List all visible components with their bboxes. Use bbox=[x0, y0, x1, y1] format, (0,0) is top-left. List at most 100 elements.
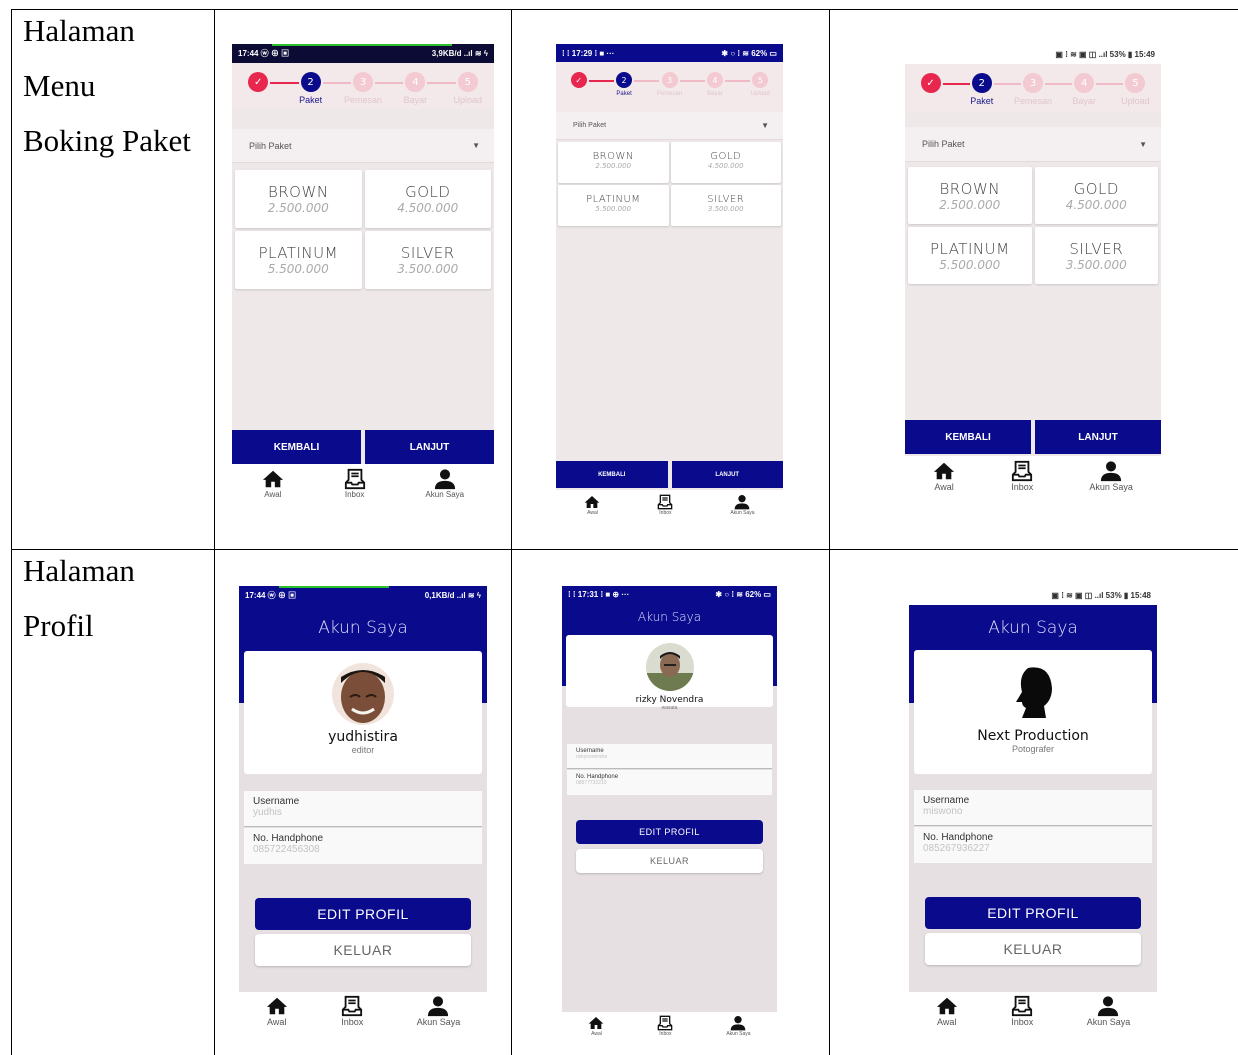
step-4[interactable]: 4 Bayar bbox=[395, 72, 435, 105]
username-field[interactable]: Username rizkynovendra bbox=[567, 744, 772, 769]
nav-label: Awal bbox=[591, 1031, 602, 1037]
nav-item-inbox[interactable]: Inbox bbox=[341, 995, 363, 1027]
step-5[interactable]: 5 Upload bbox=[1115, 73, 1155, 106]
nav-item-awal[interactable]: Awal bbox=[584, 494, 600, 516]
nav-label: Awal bbox=[937, 1017, 957, 1027]
step-3[interactable]: 3 Pemesan bbox=[343, 72, 383, 105]
next-button[interactable]: LANJUT bbox=[365, 430, 494, 464]
step-5[interactable]: 5 Upload bbox=[740, 72, 780, 97]
nav-label: Akun Saya bbox=[1086, 1017, 1131, 1027]
bottom-nav: Awal Inbox Akun Saya bbox=[239, 992, 487, 1030]
package-card[interactable]: GOLD 4.500.000 bbox=[1034, 167, 1158, 224]
field-value: rizkynovendra bbox=[576, 753, 608, 760]
nav-item-awal[interactable]: Awal bbox=[933, 460, 955, 492]
package-card[interactable]: GOLD 4.500.000 bbox=[364, 170, 491, 228]
step-label: Pemesan bbox=[343, 95, 383, 106]
status-bar: ▣ ⁞ ≋ ▣ ◫ ..ıl 53% ▮ 15:49 bbox=[905, 44, 1161, 64]
stepper: ✓ 2 Paket 3 Pemesan 4 Bayar 5 Upload bbox=[905, 64, 1161, 111]
package-card[interactable]: BROWN 2.500.000 bbox=[235, 170, 362, 228]
avatar bbox=[332, 663, 394, 725]
chevron-down-icon: ▼ bbox=[761, 121, 769, 130]
status-bar: ⁞ ⁞ 17:29 ⁞ ■ ··· ✱ ○ ⁞ ≋ 62% ▭ bbox=[556, 44, 783, 62]
package-name: BROWN bbox=[939, 179, 1001, 198]
nav-item-inbox[interactable]: Inbox bbox=[1011, 995, 1033, 1027]
step-2[interactable]: 2 Paket bbox=[291, 72, 331, 105]
status-bar: ▣ ⁞ ≋ ▣ ◫ ..ıl 53% ▮ 15:48 bbox=[909, 586, 1157, 605]
step-1[interactable]: ✓ bbox=[559, 72, 599, 91]
field-value: 085722456308 bbox=[253, 844, 320, 856]
package-card[interactable]: SILVER 3.500.000 bbox=[364, 231, 491, 289]
nav-item-awal[interactable]: Awal bbox=[936, 995, 958, 1027]
bottom-nav: Awal Inbox Akun Saya bbox=[232, 464, 494, 510]
back-button[interactable]: KEMBALI bbox=[556, 461, 668, 488]
phone-field[interactable]: No. Handphone 08877732210 bbox=[567, 770, 772, 795]
nav-item-awal[interactable]: Awal bbox=[262, 468, 284, 499]
edit-profile-button[interactable]: EDIT PROFIL bbox=[575, 820, 764, 844]
nav-item-akun-saya[interactable]: Akun Saya bbox=[1086, 995, 1131, 1027]
edit-profile-button[interactable]: EDIT PROFIL bbox=[925, 897, 1141, 929]
table-border-top bbox=[11, 9, 1238, 10]
package-card[interactable]: BROWN 2.500.000 bbox=[908, 167, 1032, 224]
package-name: SILVER bbox=[1069, 239, 1124, 258]
nav-item-inbox[interactable]: Inbox bbox=[344, 468, 366, 499]
logout-button[interactable]: KELUAR bbox=[575, 849, 764, 873]
package-select[interactable]: Pilih Paket ▼ bbox=[232, 129, 494, 163]
nav-item-akun-saya[interactable]: Akun Saya bbox=[425, 468, 464, 499]
nav-item-inbox[interactable]: Inbox bbox=[657, 494, 673, 516]
profile-role: editor bbox=[351, 745, 375, 755]
package-name: PLATINUM bbox=[929, 239, 1010, 258]
step-3[interactable]: 3 Pemesan bbox=[650, 72, 690, 97]
field-label: No. Handphone bbox=[923, 832, 994, 844]
step-1[interactable]: ✓ bbox=[911, 73, 951, 96]
user-icon bbox=[417, 995, 461, 1017]
package-select[interactable]: Pilih Paket ▼ bbox=[556, 112, 783, 140]
username-field[interactable]: Username yudhis bbox=[244, 791, 482, 827]
package-card[interactable]: BROWN 2.500.000 bbox=[558, 142, 669, 183]
nav-item-akun-saya[interactable]: Akun Saya bbox=[1089, 460, 1133, 492]
username-field[interactable]: Username miswono bbox=[914, 790, 1152, 826]
user-icon bbox=[730, 494, 754, 510]
back-button[interactable]: KEMBALI bbox=[905, 420, 1031, 454]
step-2[interactable]: 2 Paket bbox=[962, 73, 1002, 106]
step-number-icon: 5 bbox=[752, 72, 769, 88]
stepper: ✓ 2 Paket 3 Pemesan 4 Bayar 5 Upload bbox=[556, 62, 783, 112]
nav-item-akun-saya[interactable]: Akun Saya bbox=[730, 494, 755, 516]
package-card[interactable]: SILVER 3.500.000 bbox=[670, 185, 781, 226]
package-card[interactable]: PLATINUM 5.500.000 bbox=[558, 185, 669, 226]
status-bar: 17:44 ⓦ ⊕ ▣ 3,9KB/d ..ıl ≋ ϟ bbox=[232, 44, 494, 63]
step-3[interactable]: 3 Pemesan bbox=[1013, 73, 1053, 106]
step-5[interactable]: 5 Upload bbox=[448, 72, 488, 105]
edit-profile-button[interactable]: EDIT PROFIL bbox=[255, 898, 471, 930]
nav-item-akun-saya[interactable]: Akun Saya bbox=[726, 1015, 751, 1037]
inbox-icon bbox=[1011, 995, 1033, 1017]
package-card[interactable]: GOLD 4.500.000 bbox=[670, 142, 781, 183]
home-icon bbox=[588, 1015, 604, 1031]
logout-button[interactable]: KELUAR bbox=[255, 934, 471, 966]
nav-item-inbox[interactable]: Inbox bbox=[1011, 460, 1033, 492]
home-icon bbox=[262, 468, 284, 490]
next-button[interactable]: LANJUT bbox=[671, 461, 783, 488]
profile-card: yudhistira editor bbox=[244, 651, 482, 774]
step-4[interactable]: 4 Bayar bbox=[1064, 73, 1104, 106]
package-card[interactable]: PLATINUM 5.500.000 bbox=[235, 231, 362, 289]
step-number-icon: 5 bbox=[1125, 73, 1146, 94]
row-label-line: Menu bbox=[23, 68, 96, 103]
phone-field[interactable]: No. Handphone 085267936227 bbox=[914, 827, 1152, 863]
step-1[interactable]: ✓ bbox=[238, 72, 278, 95]
step-2[interactable]: 2 Paket bbox=[604, 72, 644, 97]
package-card[interactable]: PLATINUM 5.500.000 bbox=[908, 227, 1032, 284]
step-4[interactable]: 4 Bayar bbox=[695, 72, 735, 97]
booking-screen-3: ▣ ⁞ ≋ ▣ ◫ ..ıl 53% ▮ 15:49 ✓ 2 Paket 3 Pemesa… bbox=[905, 44, 1161, 506]
nav-item-inbox[interactable]: Inbox bbox=[657, 1015, 673, 1037]
nav-item-akun-saya[interactable]: Akun Saya bbox=[417, 995, 461, 1027]
nav-item-awal[interactable]: Awal bbox=[266, 995, 288, 1027]
package-select[interactable]: Pilih Paket ▼ bbox=[905, 127, 1161, 162]
next-button[interactable]: LANJUT bbox=[1035, 420, 1161, 454]
back-button[interactable]: KEMBALI bbox=[232, 430, 361, 464]
logout-button[interactable]: KELUAR bbox=[925, 933, 1141, 965]
booking-screen-2: ⁞ ⁞ 17:29 ⁞ ■ ··· ✱ ○ ⁞ ≋ 62% ▭ ✓ 2 Paket 3 Pe… bbox=[556, 44, 783, 522]
package-card[interactable]: SILVER 3.500.000 bbox=[1034, 227, 1158, 284]
nav-item-awal[interactable]: Awal bbox=[588, 1015, 604, 1037]
phone-field[interactable]: No. Handphone 085722456308 bbox=[244, 828, 482, 864]
nav-label: Awal bbox=[267, 1017, 287, 1027]
